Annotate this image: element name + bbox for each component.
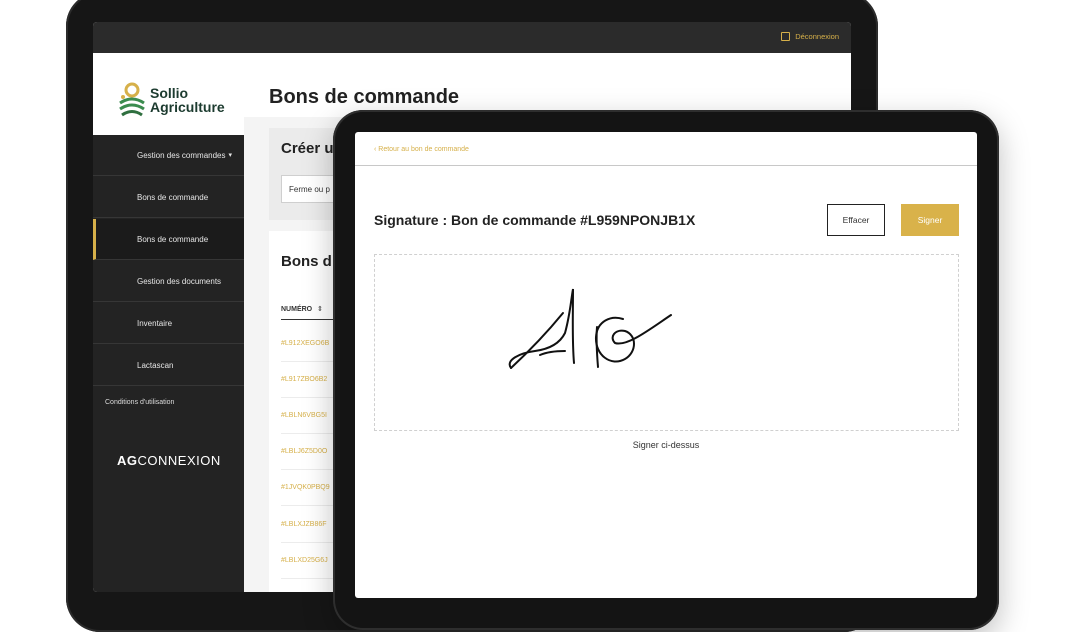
sort-icon: ⇕ bbox=[317, 306, 323, 313]
caret-down-icon: ▾ bbox=[228, 152, 233, 159]
list-title: Bons d bbox=[281, 253, 332, 270]
clear-button[interactable]: Effacer bbox=[827, 204, 885, 236]
sidebar-item-label: Inventaire bbox=[137, 318, 173, 328]
sidebar-item-label: Bons de commande bbox=[137, 192, 209, 202]
sign-button[interactable]: Signer bbox=[901, 204, 959, 236]
front-tablet-screen: ‹ Retour au bon de commande Signature : … bbox=[355, 132, 977, 598]
logout-link[interactable]: Déconnexion bbox=[781, 32, 839, 41]
signature-pad[interactable] bbox=[374, 254, 959, 431]
sidebar-item-label: Lactascan bbox=[137, 360, 174, 370]
table-row[interactable]: #LBLXD25G6J bbox=[281, 542, 341, 579]
sidebar-item-label: Bons de commande bbox=[137, 234, 209, 244]
terms-link[interactable]: Conditions d'utilisation bbox=[105, 399, 174, 406]
sidebar: Sollio Agriculture Gestion des commandes… bbox=[93, 53, 244, 592]
sollio-leaf-logo-icon bbox=[119, 82, 145, 117]
table-row[interactable]: #1JVQK0PBQ9 bbox=[281, 469, 341, 506]
brand-name: Sollio Agriculture bbox=[150, 85, 225, 115]
create-section-title: Créer u bbox=[281, 140, 334, 157]
page-title: Bons de commande bbox=[269, 86, 460, 108]
sidebar-item-purchase-orders[interactable]: Bons de commande bbox=[93, 177, 244, 218]
sidebar-item-label: Gestion des commandes bbox=[137, 150, 226, 160]
table-row[interactable]: #LBLXJZB86F bbox=[281, 506, 341, 543]
column-header-number[interactable]: NUMÉRO ⇕ bbox=[281, 305, 333, 320]
sidebar-item-label: Gestion des documents bbox=[137, 276, 222, 286]
sidebar-item-purchase-orders-active[interactable]: Bons de commande bbox=[93, 219, 244, 260]
agconnexion-logo: AGCONNEXION bbox=[117, 453, 221, 468]
top-bar: Déconnexion bbox=[93, 22, 851, 53]
table-row[interactable]: #LBLJ6Z5D0O bbox=[281, 433, 341, 470]
sidebar-item-lactascan[interactable]: Lactascan bbox=[93, 345, 244, 386]
header-divider bbox=[355, 165, 977, 166]
logout-icon bbox=[781, 32, 791, 41]
sidebar-item-inventory[interactable]: Inventaire bbox=[93, 303, 244, 344]
table-row[interactable]: #L917ZBO6B2 bbox=[281, 361, 341, 398]
logout-label: Déconnexion bbox=[795, 32, 839, 41]
handwritten-signature-icon bbox=[508, 288, 672, 369]
signature-title: Signature : Bon de commande #L959NPONJB1… bbox=[374, 212, 696, 228]
signature-caption: Signer ci-dessus bbox=[632, 440, 700, 450]
brand-logo[interactable]: Sollio Agriculture bbox=[93, 53, 244, 135]
back-to-order-link[interactable]: ‹ Retour au bon de commande bbox=[374, 146, 469, 153]
sidebar-item-documents[interactable]: Gestion des documents bbox=[93, 261, 244, 302]
page-header: Bons de commande bbox=[244, 53, 851, 117]
table-row[interactable]: #LBLN6VBG5I bbox=[281, 397, 341, 434]
table-row[interactable]: #L912XEGO6B bbox=[281, 325, 341, 362]
sidebar-item-order-management[interactable]: Gestion des commandes ▾ bbox=[93, 135, 244, 176]
